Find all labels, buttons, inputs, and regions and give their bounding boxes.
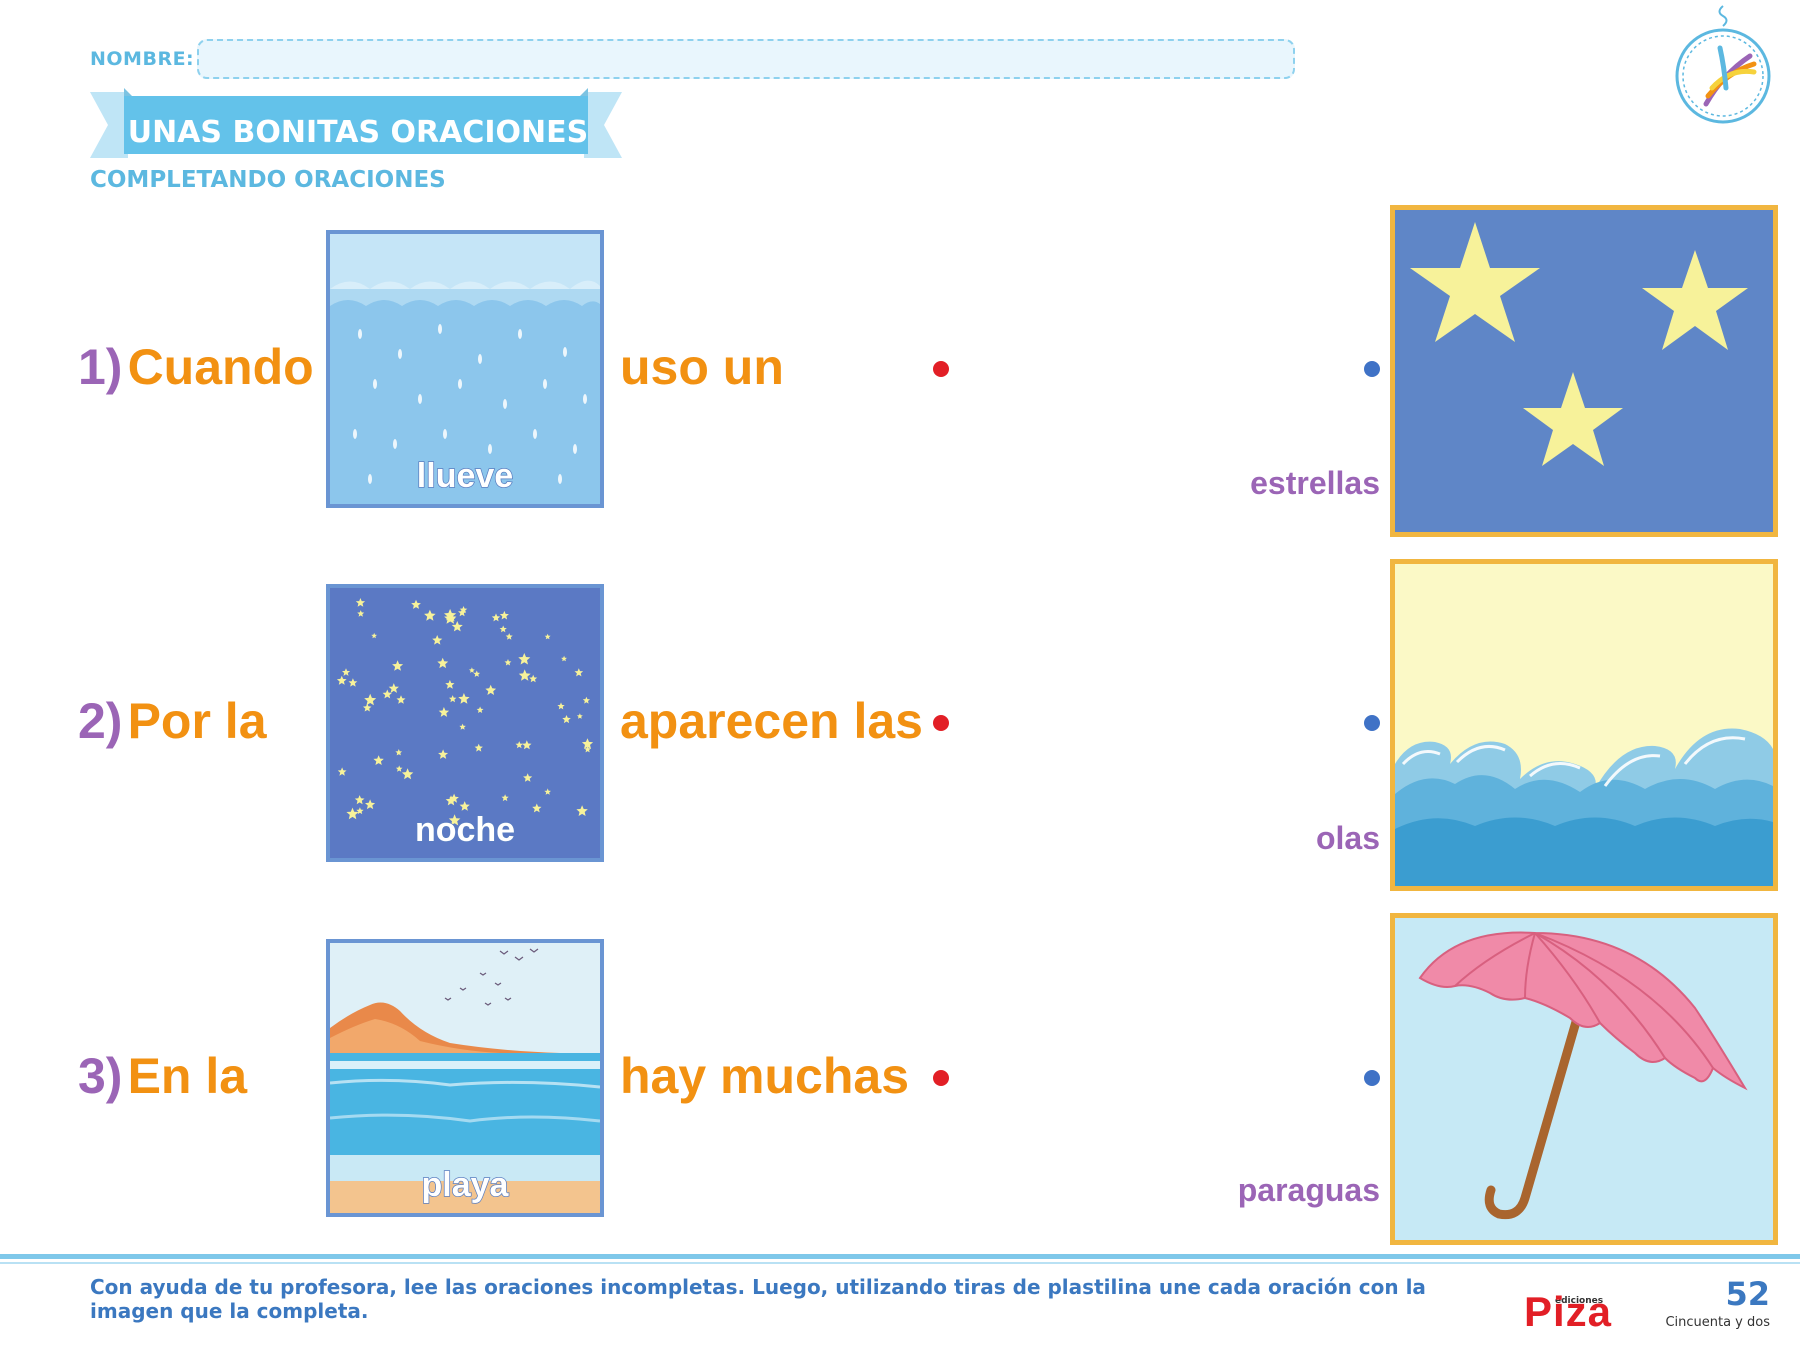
sentence-3-connector-dot[interactable] xyxy=(933,1070,949,1086)
umbrella-picture xyxy=(1390,913,1778,1245)
sentence-2-connector-dot[interactable] xyxy=(933,715,949,731)
sentence-text-after: aparecen las xyxy=(620,693,923,749)
answer-label: paraguas xyxy=(1237,1172,1380,1208)
page-title: UNAS BONITAS ORACIONES xyxy=(127,115,589,150)
answer-1-connector-dot[interactable] xyxy=(1364,361,1380,377)
stars-picture xyxy=(1390,205,1778,537)
picture-caption: llueve xyxy=(416,456,514,496)
page-number-words: Cincuenta y dos xyxy=(1665,1315,1770,1330)
publisher-logo: Piza xyxy=(1524,1288,1613,1335)
sentence-text-before: Por la xyxy=(127,693,267,749)
name-field[interactable] xyxy=(197,39,1295,79)
sentence-text-after: uso un xyxy=(620,339,784,395)
sentence-number: 2) xyxy=(78,693,123,749)
sentence-number: 1) xyxy=(78,339,123,395)
answer-3-connector-dot[interactable] xyxy=(1364,1070,1380,1086)
sentence-number: 3) xyxy=(78,1048,123,1104)
sentence-text-after: hay muchas xyxy=(620,1048,910,1104)
picture-caption: noche xyxy=(414,810,516,850)
page-subtitle: COMPLETANDO ORACIONES xyxy=(90,167,446,193)
sentence-1-start: 1) Cuando xyxy=(78,338,314,396)
answer-2-connector-dot[interactable] xyxy=(1364,715,1380,731)
sentence-2-start: 2) Por la xyxy=(78,692,267,750)
page-number: 52 xyxy=(1725,1275,1770,1313)
name-label: NOMBRE: xyxy=(90,48,195,70)
answer-label: olas xyxy=(1315,820,1380,856)
waves-picture xyxy=(1390,559,1778,891)
picture-caption: playa xyxy=(421,1165,509,1205)
beach-picture: playa xyxy=(326,939,604,1217)
sentence-text-before: En la xyxy=(127,1048,248,1104)
footer-divider-thin xyxy=(0,1262,1800,1264)
sentence-3-start: 3) En la xyxy=(78,1047,247,1105)
rain-picture: llueve xyxy=(326,230,604,508)
sentence-text-before: Cuando xyxy=(127,339,314,395)
sentence-1-connector-dot[interactable] xyxy=(933,361,949,377)
night-picture: noche xyxy=(326,584,604,862)
answer-label: estrellas xyxy=(1250,465,1380,501)
footer-divider xyxy=(0,1254,1800,1259)
series-badge-icon xyxy=(1675,5,1771,124)
instruction-text: Con ayuda de tu profesora, lee las oraci… xyxy=(90,1275,1426,1323)
